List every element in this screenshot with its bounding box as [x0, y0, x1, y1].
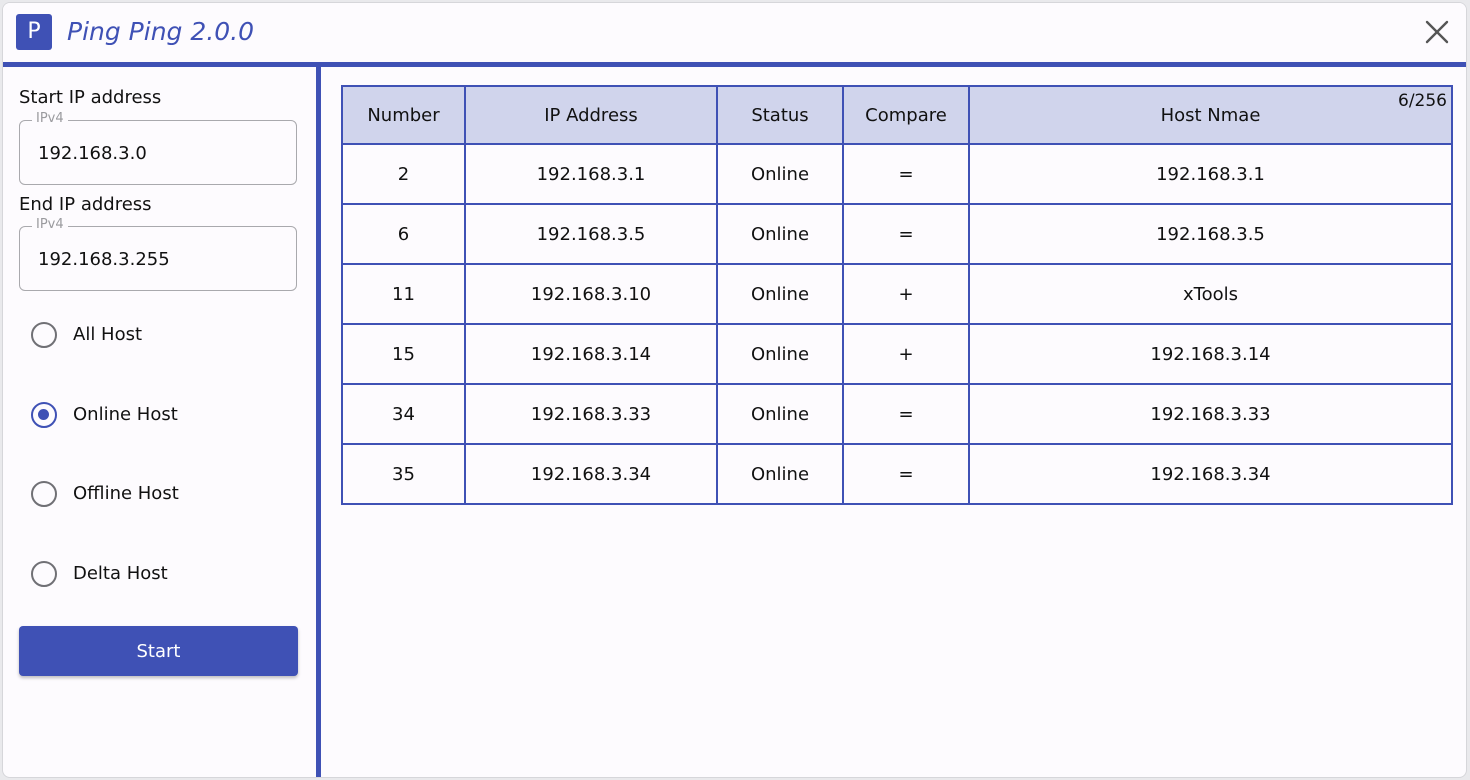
cell-ip-address: 192.168.3.10	[464, 263, 718, 325]
radio-selected-dot	[38, 409, 49, 420]
radio-button[interactable]	[31, 402, 57, 428]
cell-host-name: 192.168.3.14	[968, 323, 1453, 385]
sidebar: Start IP address IPv4 End IP address IPv…	[3, 67, 316, 777]
start-ip-label: Start IP address	[19, 87, 162, 108]
start-button[interactable]: Start	[19, 626, 298, 676]
panel-divider	[316, 67, 321, 777]
cell-compare: =	[842, 383, 970, 445]
cell-ip-address: 192.168.3.1	[464, 143, 718, 205]
cell-status: Online	[716, 263, 844, 325]
column-header-host-name[interactable]: Host Nmae	[968, 85, 1453, 145]
radio-label: All Host	[73, 324, 143, 345]
cell-number: 11	[341, 263, 466, 325]
end-ip-label: End IP address	[19, 194, 152, 215]
cell-compare: =	[842, 443, 970, 505]
cell-number: 34	[341, 383, 466, 445]
start-ip-field[interactable]: IPv4	[19, 111, 297, 185]
app-title: Ping Ping 2.0.0	[67, 17, 254, 46]
radio-button[interactable]	[31, 481, 57, 507]
cell-compare: =	[842, 143, 970, 205]
table-header-row: Number IP Address Status Compare Host Nm…	[341, 85, 1453, 145]
close-button[interactable]	[1422, 17, 1452, 47]
cell-status: Online	[716, 323, 844, 385]
radio-label: Offline Host	[73, 483, 179, 504]
column-header-number[interactable]: Number	[341, 85, 466, 145]
table-row[interactable]: 34 192.168.3.33 Online = 192.168.3.33	[341, 383, 1453, 445]
table-row[interactable]: 6 192.168.3.5 Online = 192.168.3.5	[341, 203, 1453, 265]
app-icon: P	[16, 14, 52, 50]
result-count: 6/256	[1398, 91, 1447, 111]
app-window: P Ping Ping 2.0.0 Start IP address IPv4 …	[2, 2, 1467, 778]
cell-ip-address: 192.168.3.14	[464, 323, 718, 385]
results-panel: Number IP Address Status Compare Host Nm…	[341, 85, 1453, 505]
cell-host-name: 192.168.3.1	[968, 143, 1453, 205]
cell-ip-address: 192.168.3.5	[464, 203, 718, 265]
start-ip-input[interactable]	[36, 137, 280, 169]
table-row[interactable]: 11 192.168.3.10 Online + xTools	[341, 263, 1453, 325]
table-row[interactable]: 2 192.168.3.1 Online = 192.168.3.1	[341, 143, 1453, 205]
cell-ip-address: 192.168.3.33	[464, 383, 718, 445]
column-header-status[interactable]: Status	[716, 85, 844, 145]
radio-button[interactable]	[31, 561, 57, 587]
cell-number: 15	[341, 323, 466, 385]
column-header-ip-address[interactable]: IP Address	[464, 85, 718, 145]
cell-number: 35	[341, 443, 466, 505]
end-ip-field[interactable]: IPv4	[19, 217, 297, 291]
results-table: Number IP Address Status Compare Host Nm…	[341, 85, 1453, 505]
table-row[interactable]: 15 192.168.3.14 Online + 192.168.3.14	[341, 323, 1453, 385]
cell-host-name: xTools	[968, 263, 1453, 325]
cell-number: 2	[341, 143, 466, 205]
cell-compare: =	[842, 203, 970, 265]
radio-label: Delta Host	[73, 563, 168, 584]
start-ip-legend: IPv4	[32, 111, 68, 127]
column-header-compare[interactable]: Compare	[842, 85, 970, 145]
cell-ip-address: 192.168.3.34	[464, 443, 718, 505]
radio-button[interactable]	[31, 322, 57, 348]
cell-compare: +	[842, 323, 970, 385]
end-ip-input[interactable]	[36, 243, 280, 275]
table-row[interactable]: 35 192.168.3.34 Online = 192.168.3.34	[341, 443, 1453, 505]
cell-compare: +	[842, 263, 970, 325]
title-bar: P Ping Ping 2.0.0	[3, 3, 1466, 62]
cell-host-name: 192.168.3.5	[968, 203, 1453, 265]
cell-host-name: 192.168.3.33	[968, 383, 1453, 445]
close-icon	[1425, 20, 1449, 44]
cell-status: Online	[716, 143, 844, 205]
cell-number: 6	[341, 203, 466, 265]
cell-status: Online	[716, 383, 844, 445]
cell-status: Online	[716, 443, 844, 505]
cell-host-name: 192.168.3.34	[968, 443, 1453, 505]
end-ip-legend: IPv4	[32, 217, 68, 233]
cell-status: Online	[716, 203, 844, 265]
radio-label: Online Host	[73, 404, 178, 425]
